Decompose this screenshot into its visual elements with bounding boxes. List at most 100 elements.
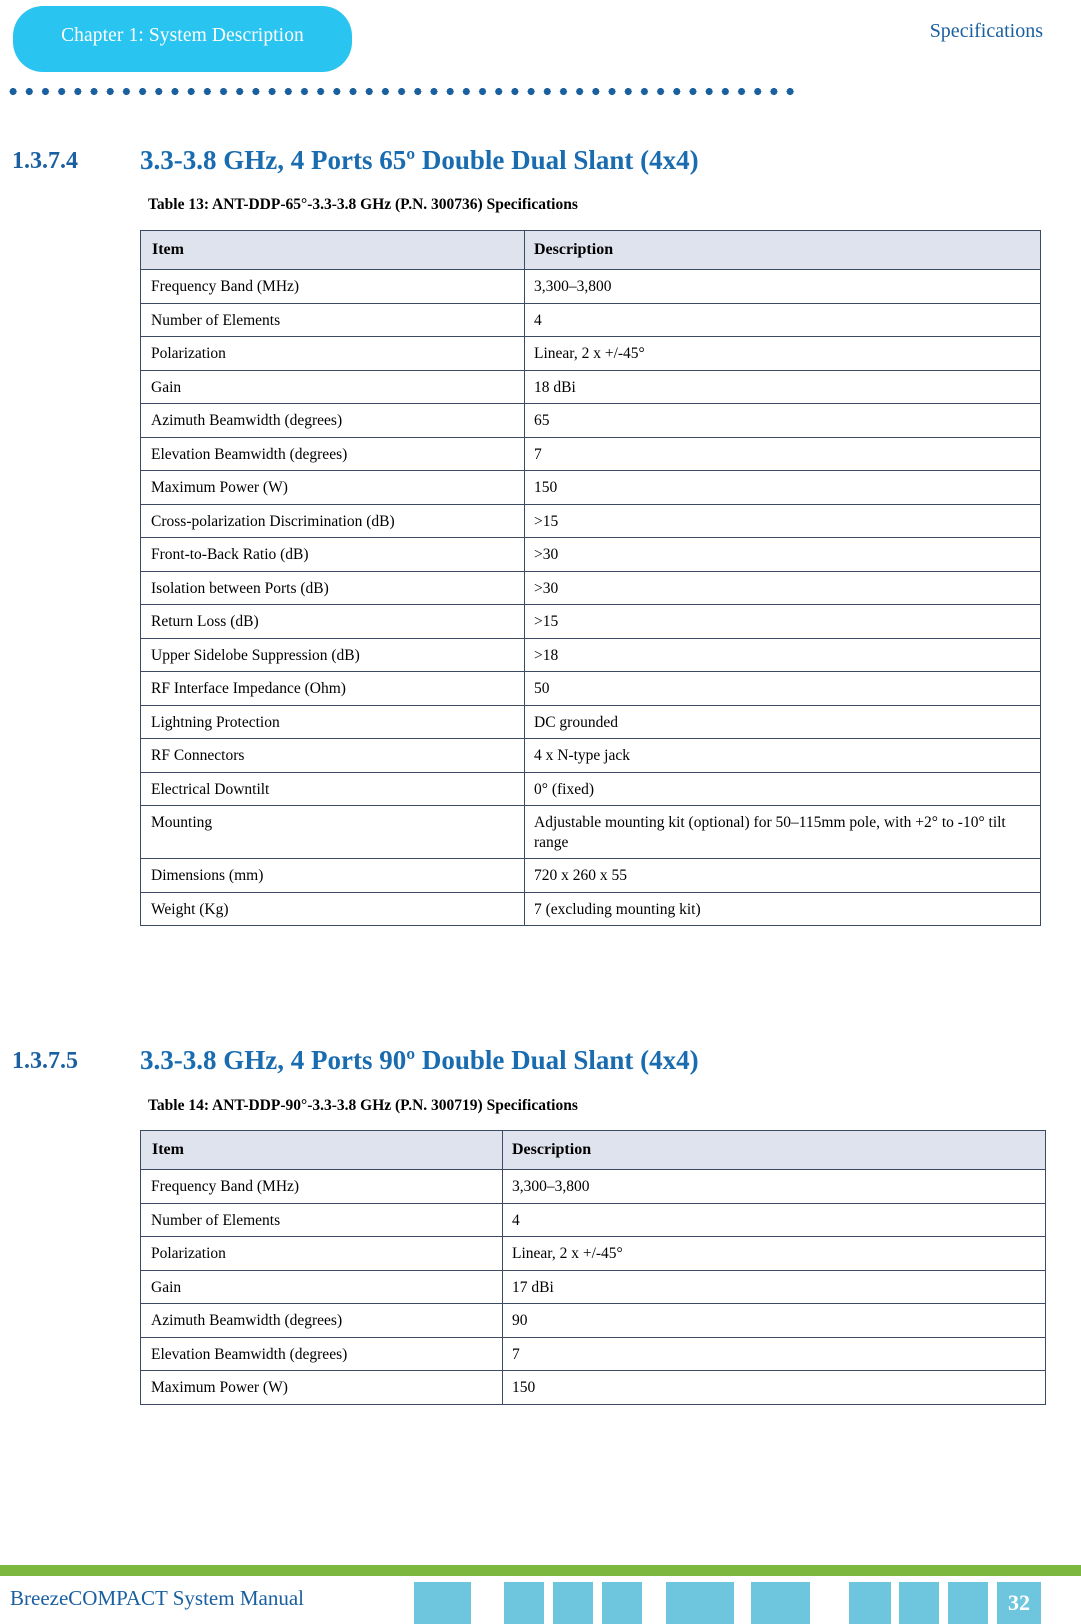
table-row: RF Connectors 4 x N-type jack bbox=[140, 738, 1041, 773]
section-title: 3.3-3.8 GHz, 4 Ports 90º Double Dual Sla… bbox=[140, 1045, 699, 1075]
row-item: Polarization bbox=[140, 1236, 503, 1271]
table-row: Electrical Downtilt 0° (fixed) bbox=[140, 771, 1041, 807]
footer-decor-block bbox=[553, 1582, 593, 1624]
page-number: 32 bbox=[997, 1582, 1041, 1624]
footer-decor-block bbox=[948, 1582, 988, 1624]
row-description: >15 bbox=[524, 604, 1041, 639]
column-header-description: Description bbox=[524, 229, 1041, 271]
section-number: 1.3.7.5 bbox=[12, 1048, 78, 1074]
table-header-row: Item Description bbox=[140, 229, 1041, 271]
row-description: 4 x N-type jack bbox=[524, 738, 1041, 773]
table-row: Number of Elements 4 bbox=[140, 1202, 1046, 1238]
specifications-table-14: Item Description Frequency Band (MHz) 3,3… bbox=[140, 1129, 1046, 1405]
row-description: Linear, 2 x +/-45° bbox=[502, 1236, 1046, 1271]
row-item: Frequency Band (MHz) bbox=[140, 1169, 503, 1204]
row-item: Elevation Beamwidth (degrees) bbox=[140, 436, 525, 472]
column-header-item: Item bbox=[140, 1129, 503, 1171]
row-description: 150 bbox=[502, 1370, 1046, 1405]
table-row: Weight (Kg) 7 (excluding mounting kit) bbox=[140, 891, 1041, 927]
table-row: Polarization Linear, 2 x +/-45° bbox=[140, 1236, 1046, 1271]
row-description: 65 bbox=[524, 403, 1041, 438]
section-1-3-7-4: 1.3.7.4 3.3-3.8 GHz, 4 Ports 65º Double … bbox=[0, 145, 1081, 188]
row-item: Mounting bbox=[140, 805, 525, 860]
footer-decor-block bbox=[849, 1582, 891, 1624]
row-item: Electrical Downtilt bbox=[140, 771, 525, 807]
table-row: Elevation Beamwidth (degrees) 7 bbox=[140, 1336, 1046, 1372]
row-description: Adjustable mounting kit (optional) for 5… bbox=[524, 805, 1041, 860]
table-row: Number of Elements 4 bbox=[140, 302, 1041, 338]
table-row: Maximum Power (W) 150 bbox=[140, 470, 1041, 505]
row-item: Maximum Power (W) bbox=[140, 1370, 503, 1405]
table-row: RF Interface Impedance (Ohm) 50 bbox=[140, 671, 1041, 706]
table-row: Gain 18 dBi bbox=[140, 369, 1041, 405]
row-item: Elevation Beamwidth (degrees) bbox=[140, 1336, 503, 1372]
row-item: Polarization bbox=[140, 336, 525, 371]
table-row: Elevation Beamwidth (degrees) 7 bbox=[140, 436, 1041, 472]
section-number: 1.3.7.4 bbox=[12, 148, 78, 174]
row-item: Frequency Band (MHz) bbox=[140, 269, 525, 304]
row-item: Gain bbox=[140, 369, 525, 405]
footer-decor-block bbox=[504, 1582, 544, 1624]
row-item: Cross-polarization Discrimination (dB) bbox=[140, 503, 525, 539]
specifications-table-13: Item Description Frequency Band (MHz) 3,3… bbox=[140, 229, 1041, 927]
table-row: Dimensions (mm) 720 x 260 x 55 bbox=[140, 858, 1041, 893]
column-header-item: Item bbox=[140, 229, 525, 271]
table-row: Frequency Band (MHz) 3,300–3,800 bbox=[140, 269, 1041, 304]
row-item: RF Interface Impedance (Ohm) bbox=[140, 671, 525, 706]
chapter-badge: Chapter 1: System Description bbox=[13, 6, 352, 72]
row-description: 7 bbox=[524, 436, 1041, 472]
table-row: Maximum Power (W) 150 bbox=[140, 1370, 1046, 1405]
footer-decor-block bbox=[602, 1582, 642, 1624]
row-description: 17 dBi bbox=[502, 1269, 1046, 1305]
row-item: Azimuth Beamwidth (degrees) bbox=[140, 403, 525, 438]
row-description: 18 dBi bbox=[524, 369, 1041, 405]
row-description: 150 bbox=[524, 470, 1041, 505]
row-description: Linear, 2 x +/-45° bbox=[524, 336, 1041, 371]
row-item: Maximum Power (W) bbox=[140, 470, 525, 505]
table-row: Isolation between Ports (dB) >30 bbox=[140, 570, 1041, 606]
row-description: DC grounded bbox=[524, 704, 1041, 740]
table-row: Frequency Band (MHz) 3,300–3,800 bbox=[140, 1169, 1046, 1204]
row-description: 4 bbox=[502, 1202, 1046, 1238]
row-item: Dimensions (mm) bbox=[140, 858, 525, 893]
row-item: Lightning Protection bbox=[140, 704, 525, 740]
section-heading: 1.3.7.4 3.3-3.8 GHz, 4 Ports 65º Double … bbox=[0, 145, 1081, 188]
page-footer: BreezeCOMPACT System Manual 32 bbox=[0, 1554, 1081, 1624]
row-item: Gain bbox=[140, 1269, 503, 1305]
table-row: Gain 17 dBi bbox=[140, 1269, 1046, 1305]
table-row: Return Loss (dB) >15 bbox=[140, 604, 1041, 639]
section-heading: 1.3.7.5 3.3-3.8 GHz, 4 Ports 90º Double … bbox=[0, 1045, 1081, 1088]
row-description: 7 bbox=[502, 1336, 1046, 1372]
row-item: Azimuth Beamwidth (degrees) bbox=[140, 1303, 503, 1338]
chapter-badge-label: Chapter 1: System Description bbox=[61, 25, 304, 46]
page-header: Chapter 1: System Description Specificat… bbox=[0, 0, 1081, 110]
section-1-3-7-5: 1.3.7.5 3.3-3.8 GHz, 4 Ports 90º Double … bbox=[0, 1045, 1081, 1088]
footer-decor-block bbox=[751, 1582, 810, 1624]
table-row: Lightning Protection DC grounded bbox=[140, 704, 1041, 740]
row-description: 90 bbox=[502, 1303, 1046, 1338]
row-description: 4 bbox=[524, 302, 1041, 338]
column-header-description: Description bbox=[502, 1129, 1046, 1171]
row-item: Isolation between Ports (dB) bbox=[140, 570, 525, 606]
document-page: { "header": { "chapter_label": "Chapter … bbox=[0, 0, 1081, 1624]
table-row: Cross-polarization Discrimination (dB) >1… bbox=[140, 503, 1041, 539]
table-row: Front-to-Back Ratio (dB) >30 bbox=[140, 537, 1041, 572]
row-description: >18 bbox=[524, 637, 1041, 673]
table-row: Upper Sidelobe Suppression (dB) >18 bbox=[140, 637, 1041, 673]
row-description: 7 (excluding mounting kit) bbox=[524, 891, 1041, 927]
row-description: >30 bbox=[524, 570, 1041, 606]
footer-decor-blocks bbox=[0, 1554, 1081, 1624]
table-row: Polarization Linear, 2 x +/-45° bbox=[140, 336, 1041, 371]
row-description: 0° (fixed) bbox=[524, 771, 1041, 807]
footer-decor-block bbox=[666, 1582, 734, 1624]
row-description: 720 x 260 x 55 bbox=[524, 858, 1041, 893]
row-description: 50 bbox=[524, 671, 1041, 706]
table-row: Azimuth Beamwidth (degrees) 65 bbox=[140, 403, 1041, 438]
row-item: Return Loss (dB) bbox=[140, 604, 525, 639]
row-item: Weight (Kg) bbox=[140, 891, 525, 927]
row-item: Number of Elements bbox=[140, 1202, 503, 1238]
footer-decor-block bbox=[414, 1582, 471, 1624]
row-description: >30 bbox=[524, 537, 1041, 572]
table-header-row: Item Description bbox=[140, 1129, 1046, 1171]
table-13-caption: Table 13: ANT-DDP-65°-3.3-3.8 GHz (P.N. … bbox=[148, 196, 578, 213]
